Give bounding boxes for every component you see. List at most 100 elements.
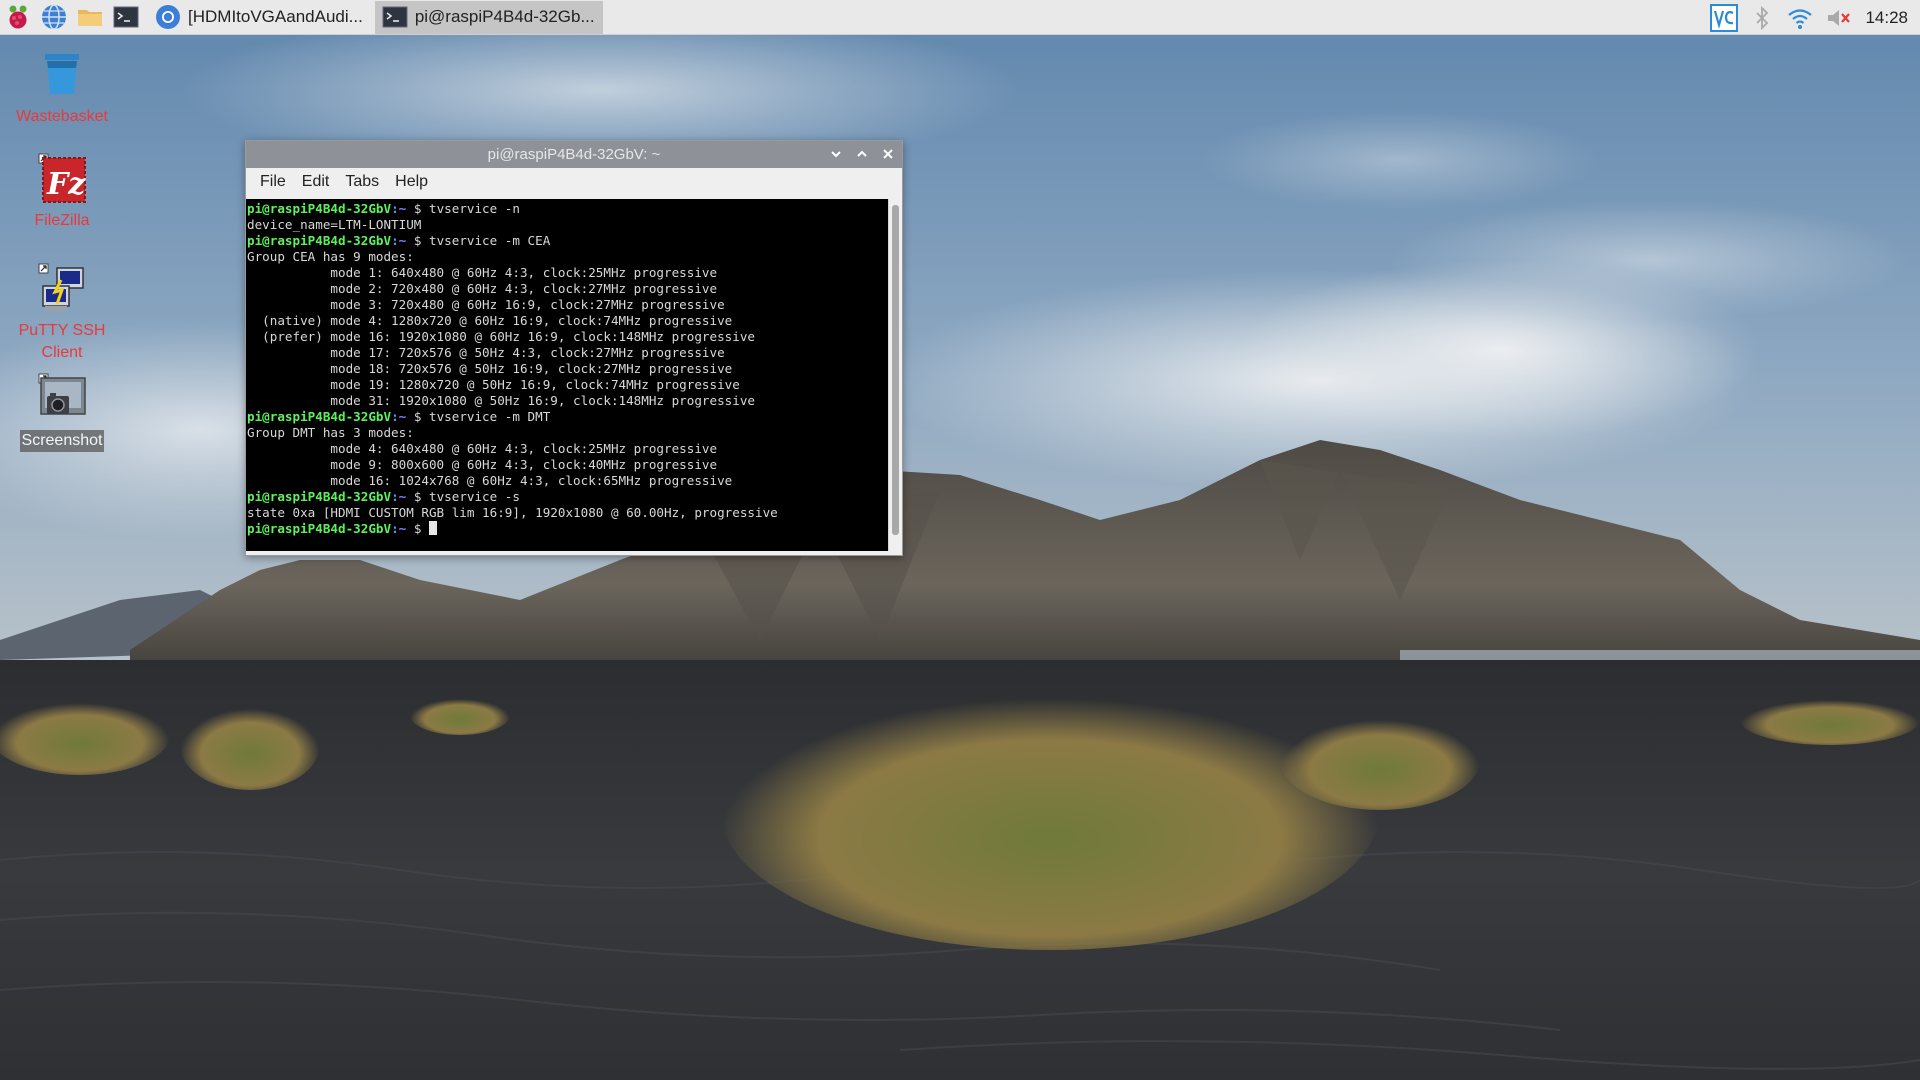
desktop-icon-label: Wastebasket (16, 108, 108, 125)
menu-file[interactable]: File (252, 173, 294, 191)
output-text: mode 19: 1280x720 @ 50Hz 16:9, clock:74M… (247, 377, 740, 392)
terminal-output-line: (prefer) mode 16: 1920x1080 @ 60Hz 16:9,… (247, 329, 887, 345)
prompt-path: :~ (391, 233, 407, 248)
terminal-output-line: mode 2: 720x480 @ 60Hz 4:3, clock:27MHz … (247, 281, 887, 297)
minimize-button[interactable] (826, 143, 846, 165)
output-text: mode 2: 720x480 @ 60Hz 4:3, clock:27MHz … (247, 281, 718, 296)
prompt-user-host: pi@raspiP4B4d-32GbV (247, 201, 392, 216)
terminal-output-line: state 0xa [HDMI CUSTOM RGB lim 16:9], 19… (247, 505, 887, 521)
terminal-output-line: mode 9: 800x600 @ 60Hz 4:3, clock:40MHz … (247, 457, 887, 473)
taskbar-button-terminal[interactable]: pi@raspiP4B4d-32Gb... (374, 0, 603, 34)
terminal-output[interactable]: pi@raspiP4B4d-32GbV:~ $ tvservice -n devi… (246, 199, 888, 551)
output-text: mode 16: 1024x768 @ 60Hz 4:3, clock:65MH… (247, 473, 733, 488)
command-text: tvservice -s (428, 489, 520, 504)
taskbar-button-browser[interactable]: [HDMItoVGAandAudi... (148, 1, 371, 34)
web-browser-icon[interactable] (36, 0, 72, 35)
prompt-user-host: pi@raspiP4B4d-32GbV (247, 521, 392, 536)
svg-text:Fz: Fz (46, 167, 86, 202)
close-button[interactable] (878, 143, 898, 165)
terminal-output-line: mode 19: 1280x720 @ 50Hz 16:9, clock:74M… (247, 377, 887, 393)
output-text: mode 1: 640x480 @ 60Hz 4:3, clock:25MHz … (247, 265, 718, 280)
taskbar-label: [HDMItoVGAandAudi... (188, 7, 363, 26)
terminal-output-line: mode 3: 720x480 @ 60Hz 16:9, clock:27MHz… (247, 297, 887, 313)
terminal-prompt-line: pi@raspiP4B4d-32GbV:~ $ tvservice -n (247, 201, 887, 217)
prompt-path: :~ (391, 521, 407, 536)
maximize-button[interactable] (852, 143, 872, 165)
vnc-icon[interactable] (1705, 0, 1743, 35)
terminal-output-line: mode 4: 640x480 @ 60Hz 4:3, clock:25MHz … (247, 441, 887, 457)
clock[interactable]: 14:28 (1857, 8, 1920, 28)
terminal-output-line: (native) mode 4: 1280x720 @ 60Hz 16:9, c… (247, 313, 887, 329)
desktop-icon-label: PuTTY SSH Client (18, 322, 106, 361)
terminal-output-line: mode 17: 720x576 @ 50Hz 4:3, clock:27MHz… (247, 345, 887, 361)
terminal-output-line: Group CEA has 9 modes: (247, 249, 887, 265)
output-text: mode 9: 800x600 @ 60Hz 4:3, clock:40MHz … (247, 457, 718, 472)
window-controls (826, 143, 898, 165)
terminal-prompt-line: pi@raspiP4B4d-32GbV:~ $ tvservice -m CEA (247, 233, 887, 249)
terminal-output-line: mode 31: 1920x1080 @ 50Hz 16:9, clock:14… (247, 393, 887, 409)
command-text: tvservice -n (428, 201, 520, 216)
output-text: Group DMT has 3 modes: (247, 425, 414, 440)
output-text: (native) mode 4: 1280x720 @ 60Hz 16:9, c… (247, 313, 733, 328)
terminal-icon (382, 6, 408, 28)
menu-help[interactable]: Help (387, 173, 436, 191)
output-text: device_name=LTM-LONTIUM (247, 217, 422, 232)
volume-muted-icon[interactable] (1819, 0, 1857, 35)
prompt-symbol: $ (406, 489, 429, 504)
desktop-icon-filezilla[interactable]: Fz FileZilla (12, 152, 112, 232)
desktop-icon-label: Screenshot (19, 430, 105, 452)
terminal-prompt-line: pi@raspiP4B4d-32GbV:~ $ tvservice -s (247, 489, 887, 505)
command-text: tvservice -m DMT (428, 409, 551, 424)
terminal-output-line: mode 18: 720x576 @ 50Hz 16:9, clock:27MH… (247, 361, 887, 377)
desktop-icon-putty[interactable]: PuTTY SSH Client (12, 262, 112, 364)
output-text: Group CEA has 9 modes: (247, 249, 414, 264)
prompt-symbol: $ (406, 521, 429, 536)
system-tray: 14:28 (1705, 0, 1920, 35)
wifi-icon[interactable] (1781, 0, 1819, 35)
terminal-menubar: File Edit Tabs Help (246, 168, 902, 195)
terminal-output-line: mode 1: 640x480 @ 60Hz 4:3, clock:25MHz … (247, 265, 887, 281)
camera-icon (38, 373, 86, 415)
terminal-output-line: Group DMT has 3 modes: (247, 425, 887, 441)
scrollbar-thumb[interactable] (892, 205, 899, 535)
taskbar-label: pi@raspiP4B4d-32Gb... (414, 7, 595, 26)
top-panel: [HDMItoVGAandAudi... pi@raspiP4B4d-32Gb.… (0, 0, 1920, 35)
output-text: (prefer) mode 16: 1920x1080 @ 60Hz 16:9,… (247, 329, 755, 344)
desktop-icon-wastebasket[interactable]: Wastebasket (12, 48, 112, 128)
prompt-path: :~ (391, 489, 407, 504)
terminal-window[interactable]: pi@raspiP4B4d-32GbV: ~ File Edit Tabs He… (245, 140, 903, 556)
chevron-up-icon (857, 150, 867, 157)
bluetooth-icon[interactable] (1743, 0, 1781, 35)
prompt-user-host: pi@raspiP4B4d-32GbV (247, 409, 392, 424)
terminal-scrollbar[interactable] (888, 199, 902, 551)
output-text: mode 18: 720x576 @ 50Hz 16:9, clock:27MH… (247, 361, 733, 376)
terminal-icon[interactable] (108, 0, 144, 35)
output-text: state 0xa [HDMI CUSTOM RGB lim 16:9], 19… (247, 505, 778, 520)
file-manager-icon[interactable] (72, 0, 108, 35)
output-text: mode 17: 720x576 @ 50Hz 4:3, clock:27MHz… (247, 345, 725, 360)
desktop-icon-label: FileZilla (34, 212, 90, 229)
terminal-prompt-line: pi@raspiP4B4d-32GbV:~ $ (247, 521, 887, 537)
trash-icon (45, 54, 79, 94)
chromium-icon (156, 5, 180, 29)
output-text: mode 3: 720x480 @ 60Hz 16:9, clock:27MHz… (247, 297, 725, 312)
prompt-user-host: pi@raspiP4B4d-32GbV (247, 233, 392, 248)
desktop-icon-screenshot[interactable]: Screenshot (12, 372, 112, 452)
window-title: pi@raspiP4B4d-32GbV: ~ (487, 146, 661, 163)
putty-icon (38, 263, 84, 311)
command-text: tvservice -m CEA (428, 233, 551, 248)
window-titlebar[interactable]: pi@raspiP4B4d-32GbV: ~ (246, 141, 902, 168)
text-cursor (428, 521, 437, 535)
prompt-symbol: $ (406, 233, 429, 248)
terminal-prompt-line: pi@raspiP4B4d-32GbV:~ $ tvservice -m DMT (247, 409, 887, 425)
chevron-down-icon (831, 151, 841, 158)
terminal-output-line: device_name=LTM-LONTIUM (247, 217, 887, 233)
prompt-user-host: pi@raspiP4B4d-32GbV (247, 489, 392, 504)
menu-edit[interactable]: Edit (294, 173, 338, 191)
prompt-symbol: $ (406, 409, 429, 424)
raspberry-menu-icon[interactable] (0, 0, 36, 35)
menu-tabs[interactable]: Tabs (337, 173, 387, 191)
prompt-path: :~ (391, 201, 407, 216)
close-icon (883, 149, 893, 159)
filezilla-icon: Fz (38, 153, 86, 203)
